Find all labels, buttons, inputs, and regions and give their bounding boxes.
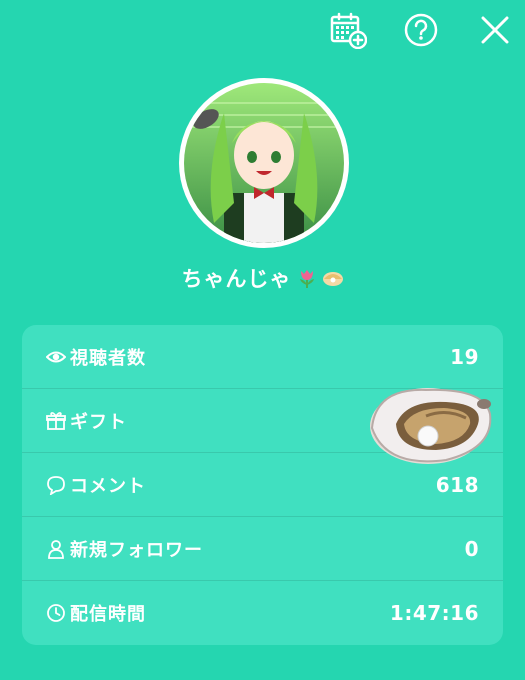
oyster-gift-image: [370, 388, 492, 464]
username: ちゃんじゃ: [181, 267, 292, 291]
stat-value: 19: [450, 344, 479, 369]
person-icon: [46, 539, 66, 559]
clock-icon: [46, 603, 66, 623]
avatar[interactable]: [179, 78, 349, 248]
stat-value: 618: [435, 472, 479, 497]
avatar-image: [184, 83, 344, 243]
stats-card: 視聴者数 19 ギフト コメント 618 新規フォロワー 0 配信時間 1:47…: [22, 325, 503, 645]
stat-label: 新規フォロワー: [70, 539, 203, 561]
tulip-icon: [299, 270, 314, 288]
calendar-add-icon[interactable]: [328, 10, 368, 50]
stat-value: 1:47:16: [389, 601, 479, 625]
close-icon[interactable]: [475, 10, 515, 50]
eye-icon: [46, 347, 66, 367]
stat-value: 0: [464, 536, 479, 561]
stat-row-followers: 新規フォロワー 0: [22, 517, 503, 581]
stat-label: ギフト: [70, 411, 127, 433]
oyster-emoji-icon: [322, 272, 343, 286]
stat-row-duration: 配信時間 1:47:16: [22, 581, 503, 645]
stat-label: 視聴者数: [70, 347, 146, 369]
top-bar: [0, 0, 525, 64]
username-row: ちゃんじゃ: [0, 260, 525, 296]
stat-label: 配信時間: [70, 604, 146, 625]
help-icon[interactable]: [401, 10, 441, 50]
comment-icon: [46, 475, 66, 495]
gift-icon: [46, 411, 66, 431]
stat-label: コメント: [70, 475, 146, 497]
